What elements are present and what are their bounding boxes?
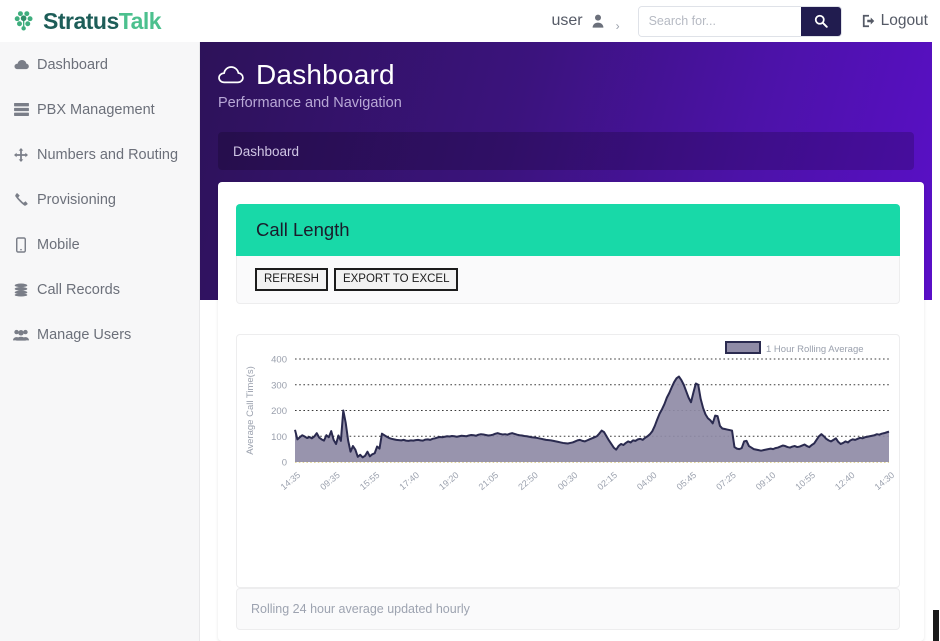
- logout-label: Logout: [880, 12, 928, 29]
- svg-text:21:05: 21:05: [477, 470, 501, 492]
- svg-text:09:35: 09:35: [318, 470, 342, 492]
- sidebar-item-call-records[interactable]: Call Records: [0, 267, 199, 312]
- call-length-chart[interactable]: 1 Hour Rolling Average 0 100 200 300 400 Avera…: [237, 335, 899, 587]
- user-icon: [592, 14, 603, 28]
- svg-text:0: 0: [282, 458, 287, 469]
- svg-text:200: 200: [271, 406, 287, 417]
- scrollbar-thumb[interactable]: [933, 610, 939, 641]
- svg-text:04:00: 04:00: [635, 470, 659, 492]
- breadcrumb: Dashboard: [218, 132, 914, 170]
- phone-icon: [13, 193, 29, 206]
- svg-text:14:30: 14:30: [873, 470, 897, 492]
- svg-text:05:45: 05:45: [675, 470, 699, 492]
- svg-text:00:30: 00:30: [556, 470, 580, 492]
- svg-text:10:55: 10:55: [793, 470, 817, 492]
- page-title: Dashboard: [256, 59, 395, 90]
- sidebar-item-pbx-management[interactable]: PBX Management: [0, 87, 199, 132]
- sidebar-item-provisioning[interactable]: Provisioning: [0, 177, 199, 222]
- user-menu[interactable]: user ›: [551, 9, 619, 33]
- database-icon: [13, 283, 29, 297]
- sidebar-item-label: PBX Management: [37, 101, 155, 118]
- page-title-row: Dashboard: [218, 59, 932, 91]
- svg-text:02:15: 02:15: [595, 470, 619, 492]
- svg-text:Average Call Time(s): Average Call Time(s): [245, 366, 256, 455]
- top-bar: StratusTalk user › Logo: [0, 0, 940, 42]
- svg-text:12:40: 12:40: [833, 470, 857, 492]
- users-icon: [13, 329, 29, 341]
- brand-name-first: Stratus: [43, 7, 119, 34]
- breadcrumb-item[interactable]: Dashboard: [233, 144, 299, 159]
- sidebar-item-numbers-and-routing[interactable]: Numbers and Routing: [0, 132, 199, 177]
- chevron-right-icon[interactable]: ›: [616, 19, 620, 33]
- search-input[interactable]: [638, 6, 801, 36]
- server-icon: [13, 103, 29, 116]
- mobile-icon: [13, 236, 29, 253]
- footer-note: Rolling 24 hour average updated hourly: [251, 602, 470, 616]
- panel-title: Call Length: [256, 219, 350, 240]
- brand-text: StratusTalk: [43, 7, 162, 34]
- search-icon: [814, 14, 828, 28]
- sidebar: Dashboard PBX Management Numbers and Rou…: [0, 42, 200, 641]
- panel-toolbar: REFRESH EXPORT TO EXCEL: [236, 256, 900, 304]
- svg-text:1 Hour Rolling Average: 1 Hour Rolling Average: [766, 344, 864, 355]
- svg-text:07:25: 07:25: [714, 470, 738, 492]
- sidebar-item-label: Mobile: [37, 236, 80, 253]
- refresh-button[interactable]: REFRESH: [255, 267, 328, 292]
- cloud-icon: [13, 59, 29, 70]
- svg-text:09:10: 09:10: [754, 470, 778, 492]
- panel-header: Call Length: [236, 204, 900, 256]
- content-card: Call Length REFRESH EXPORT TO EXCEL 1 Ho…: [218, 182, 924, 641]
- svg-text:300: 300: [271, 380, 287, 391]
- cloud-icon: [218, 66, 244, 84]
- brand-name-second: Talk: [118, 7, 162, 34]
- svg-text:400: 400: [271, 355, 287, 366]
- panel-footer: Rolling 24 hour average updated hourly: [236, 588, 900, 630]
- sidebar-item-label: Manage Users: [37, 326, 132, 343]
- page-scrollbar[interactable]: [932, 0, 940, 641]
- sidebar-item-manage-users[interactable]: Manage Users: [0, 312, 199, 357]
- topbar-right-group: user › Logout: [551, 5, 940, 37]
- user-name-label: user: [551, 12, 583, 29]
- svg-text:19:20: 19:20: [437, 470, 461, 492]
- brand-logo[interactable]: StratusTalk: [14, 7, 162, 34]
- sidebar-item-dashboard[interactable]: Dashboard: [0, 42, 199, 87]
- svg-text:15:55: 15:55: [358, 470, 382, 492]
- search-button[interactable]: [800, 6, 841, 36]
- search-box[interactable]: [637, 5, 842, 37]
- chart-container: 1 Hour Rolling Average 0 100 200 300 400 Avera…: [236, 334, 900, 588]
- sidebar-item-label: Numbers and Routing: [37, 146, 179, 163]
- logout-button[interactable]: Logout: [862, 12, 928, 30]
- svg-text:17:40: 17:40: [397, 470, 421, 492]
- sidebar-item-label: Dashboard: [37, 56, 108, 73]
- svg-text:100: 100: [271, 432, 287, 443]
- molecule-cluster-icon: [14, 11, 33, 31]
- sidebar-item-mobile[interactable]: Mobile: [0, 222, 199, 267]
- sign-out-icon: [862, 14, 874, 28]
- export-to-excel-button[interactable]: EXPORT TO EXCEL: [333, 267, 459, 292]
- sidebar-item-label: Provisioning: [37, 191, 116, 208]
- arrows-move-icon: [13, 147, 29, 162]
- page-subtitle: Performance and Navigation: [218, 95, 402, 111]
- svg-text:22:50: 22:50: [516, 470, 540, 492]
- sidebar-item-label: Call Records: [37, 281, 120, 298]
- svg-text:14:35: 14:35: [279, 470, 303, 492]
